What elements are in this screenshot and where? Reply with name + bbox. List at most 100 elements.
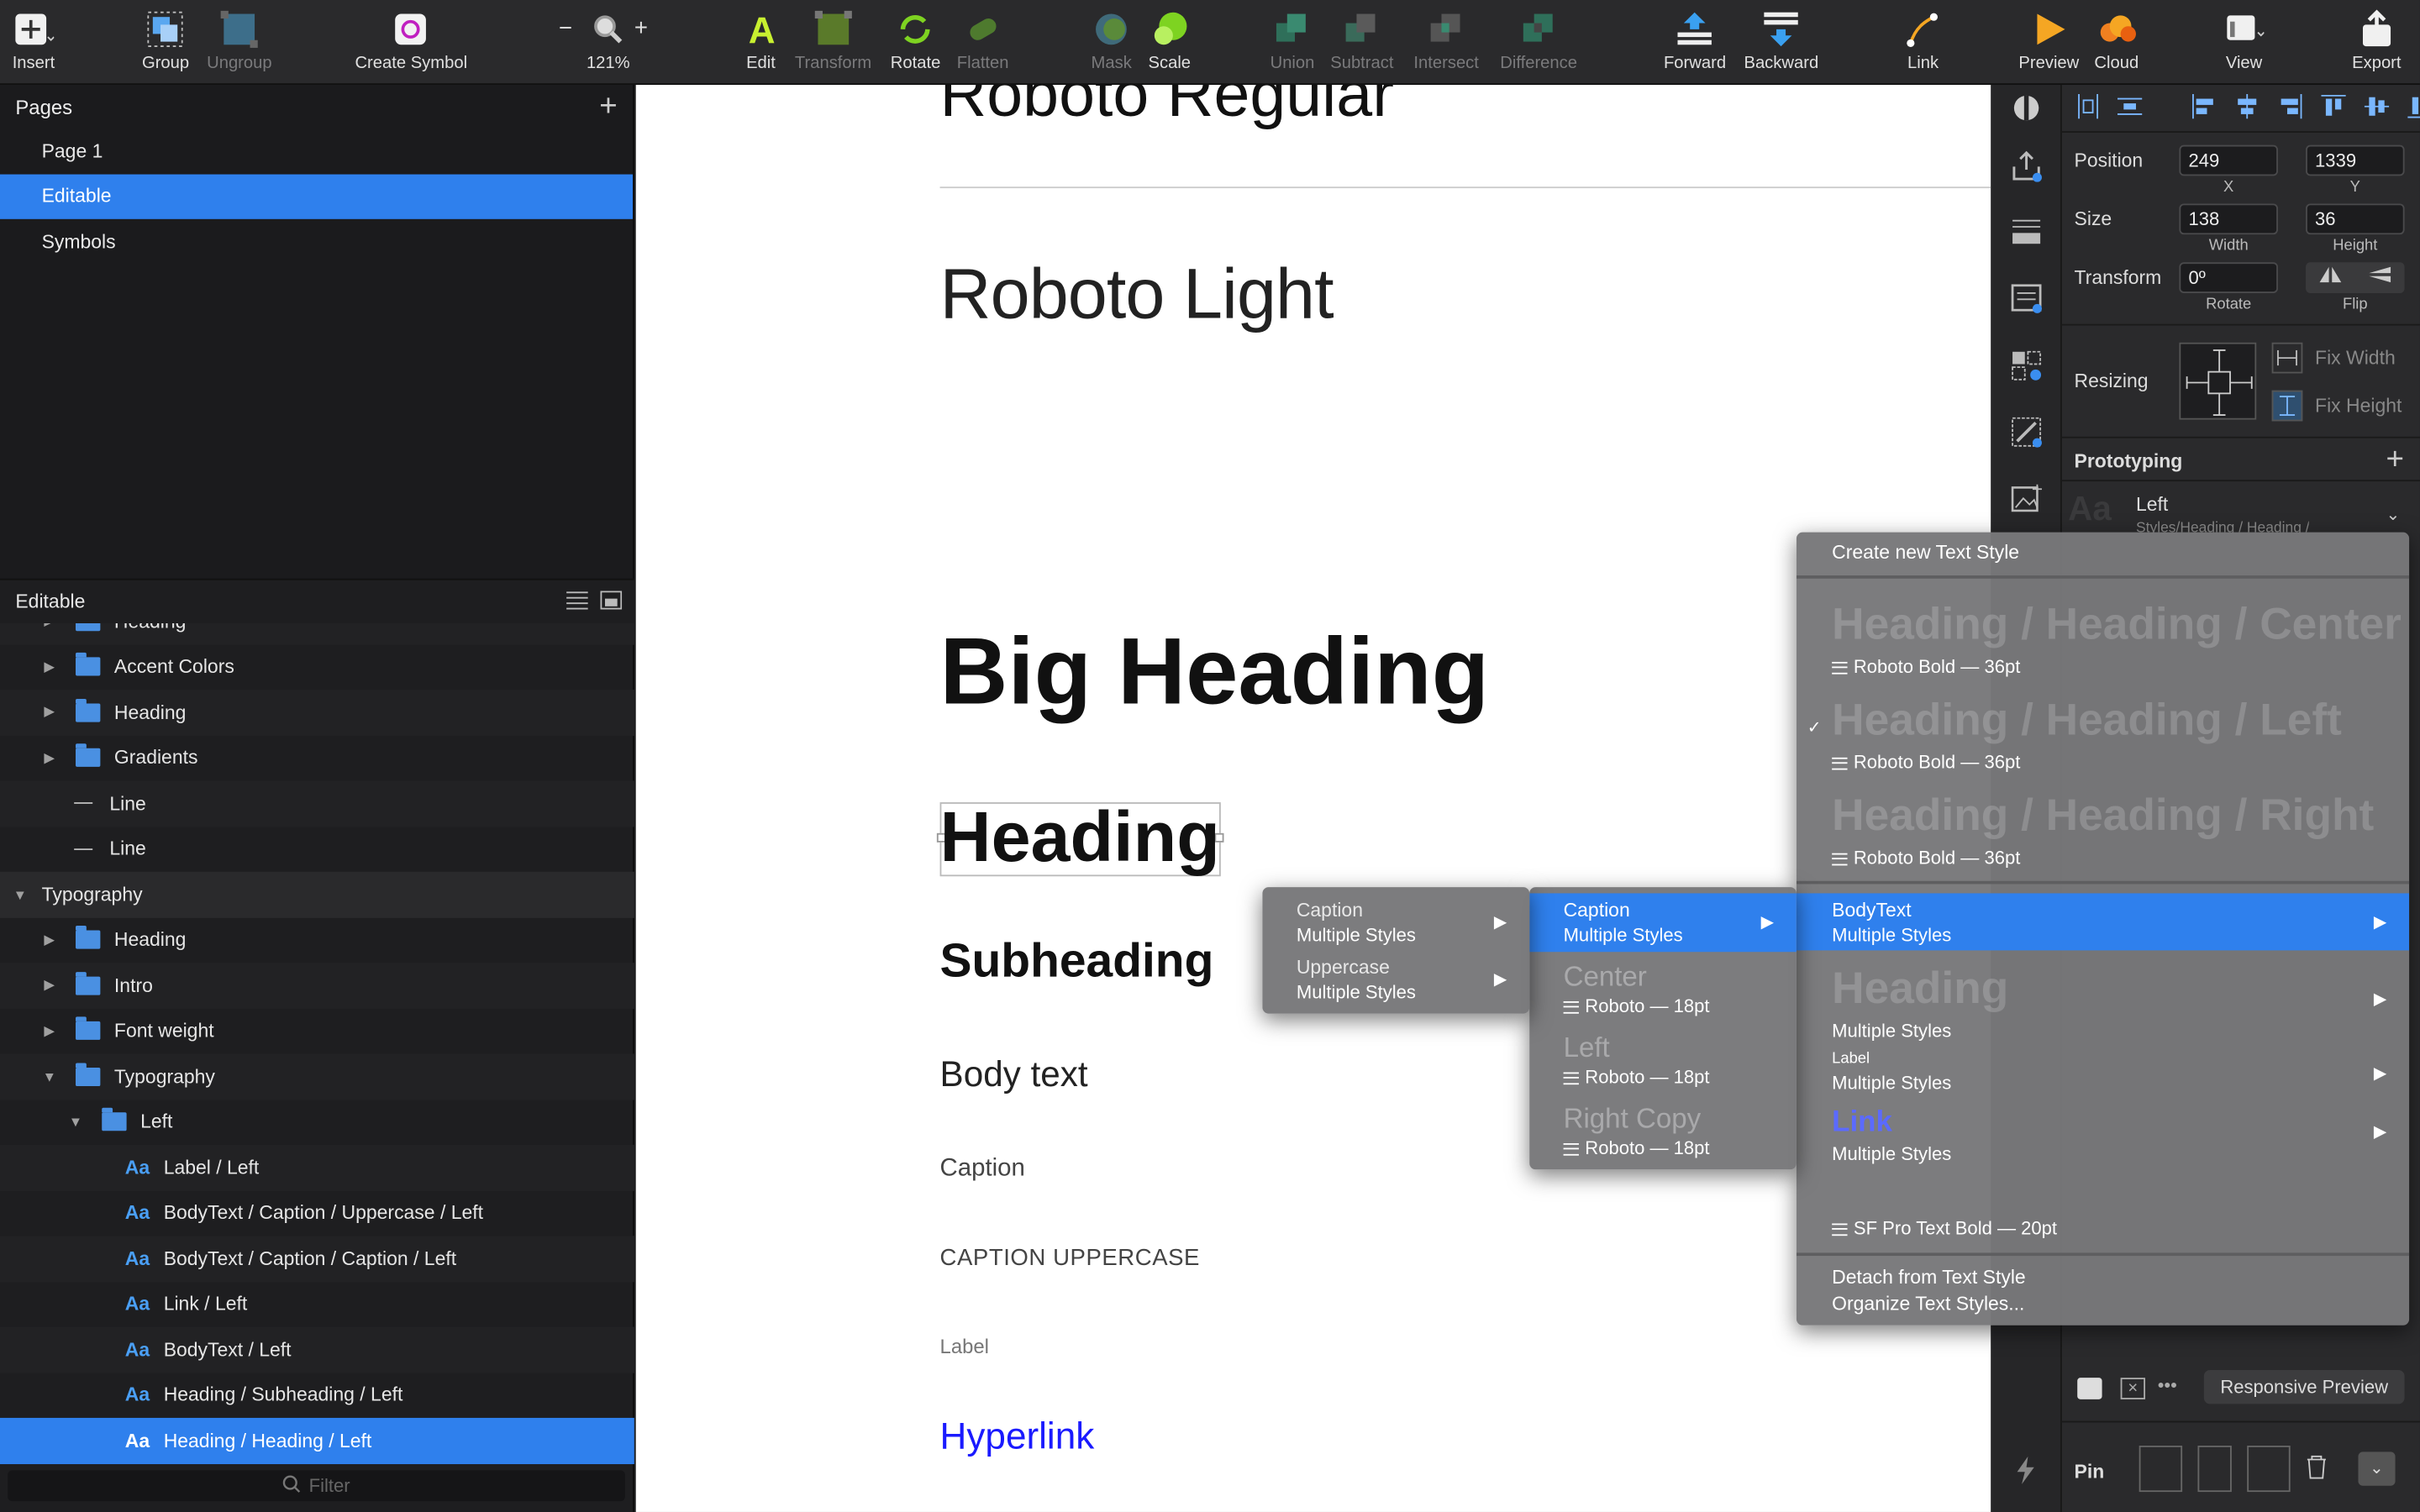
text-style-name[interactable]: Left [2136,494,2168,516]
text-caption[interactable]: Caption [940,1156,1025,1184]
create-symbol-button[interactable]: Create Symbol [355,9,467,80]
canvas[interactable]: Roboto Regular Roboto Light Big Heading … [635,85,1991,1512]
text-subheading[interactable]: Subheading [940,933,1214,989]
disclosure-triangle-icon[interactable]: ▶ [42,932,57,948]
rotate-button[interactable]: Rotate [891,9,940,80]
layer-row[interactable]: Aa BodyText / Left [0,1326,634,1373]
align-top-icon[interactable] [2321,94,2346,127]
edit-button[interactable]: A Edit [741,9,781,80]
trash-icon[interactable] [2306,1455,2328,1488]
text-roboto-light[interactable]: Roboto Light [940,251,1334,334]
pin-vertical-icon[interactable] [2197,1445,2232,1493]
caption-style-right-copy[interactable]: Right Copy Roboto — 18pt [1529,1100,1797,1168]
align-center-icon[interactable] [2235,94,2260,127]
fix-width-icon[interactable] [2271,342,2303,374]
mask-button[interactable]: Mask [1092,9,1132,80]
layer-row[interactable]: ▶ Font weight [0,1008,634,1053]
list-view-icon[interactable] [566,591,588,614]
more-options-button[interactable]: ••• [2158,1374,2177,1396]
detach-text-style-item[interactable]: Detach from Text Style [1797,1263,2409,1291]
style-group-bodytext[interactable]: BodyText Multiple Styles ▶ [1796,893,2410,951]
y-input[interactable]: 1339 [2306,144,2405,176]
layer-row[interactable]: ▶Heading [0,623,634,644]
intersect-button[interactable]: Intersect [1413,9,1479,80]
disclosure-triangle-icon[interactable]: ▶ [42,749,57,766]
image-icon[interactable] [2008,480,2045,517]
disclosure-triangle-icon[interactable]: ▶ [42,704,57,721]
fix-height-label[interactable]: Fix Height [2315,395,2402,417]
text-heading[interactable]: Heading [940,795,1220,878]
page-item-symbols[interactable]: Symbols [0,219,633,265]
flip-vertical-icon[interactable] [2367,264,2391,291]
export-button[interactable]: Export [2352,9,2402,80]
page-item-editable[interactable]: Editable [0,173,634,219]
layer-row[interactable]: Aa Heading / Subheading / Left [0,1373,634,1418]
text-body[interactable]: Body text [940,1053,1088,1095]
layer-row[interactable]: ▼ Left [0,1100,634,1145]
disclosure-triangle-icon[interactable]: ▶ [42,977,57,994]
flatten-button[interactable]: Flatten [957,9,1009,80]
zoom-control[interactable]: 121% [587,9,630,80]
disclosure-triangle-icon[interactable]: ▼ [13,887,28,902]
style-item-heading-right[interactable]: Heading / Heading / Right Roboto Bold — … [1797,773,2409,869]
distribute-horizontal-icon[interactable] [2077,94,2099,127]
layer-row[interactable]: ▶Heading [0,690,634,736]
layer-row-group[interactable]: ▼ Typography [0,871,634,917]
text-label[interactable]: Label [940,1335,989,1358]
caption-style-left[interactable]: Left Roboto — 18pt [1529,1029,1797,1097]
scale-button[interactable]: Scale [1149,9,1191,80]
text-caption-uppercase[interactable]: CAPTION UPPERCASE [940,1245,1200,1271]
upload-icon[interactable] [2008,146,2045,183]
disclosure-triangle-icon[interactable]: ▶ [42,623,57,630]
style-item-heading-center[interactable]: Heading / Heading / Center Roboto Bold —… [1797,581,2409,677]
layer-row[interactable]: Line [0,827,634,872]
zoom-out-button[interactable]: − [559,15,572,86]
layout-icon[interactable] [2008,212,2045,249]
smart-layout-icon[interactable] [2077,1378,2102,1399]
chevron-down-icon[interactable]: ⌄ [2386,505,2401,524]
group-button[interactable]: Group [142,9,189,80]
pin-all-icon[interactable] [2139,1445,2183,1493]
layer-row[interactable]: ▶ Gradients [0,735,634,780]
union-button[interactable]: Union [1270,9,1314,80]
layer-row[interactable]: Aa Link / Left [0,1281,634,1326]
layer-filter-input[interactable]: Filter [8,1470,625,1502]
submenu-item-caption[interactable]: Caption Multiple Styles ▶ [1262,893,1529,952]
create-text-style-item[interactable]: Create new Text Style [1797,533,2409,575]
align-middle-icon[interactable] [2364,94,2390,127]
disclosure-triangle-icon[interactable]: ▼ [68,1115,83,1130]
expand-button[interactable]: ⌄ [2358,1452,2396,1486]
text-roboto-regular[interactable]: Roboto Regular [940,85,1394,131]
fix-height-icon[interactable] [2271,390,2303,422]
layer-row[interactable]: Line [0,780,634,827]
responsive-preview-button[interactable]: Responsive Preview [2203,1369,2405,1404]
lightning-icon[interactable] [2008,1452,2045,1488]
resizing-control[interactable] [2179,342,2257,420]
backward-button[interactable]: Backward [1744,9,1818,80]
rotate-input[interactable]: 0º [2179,262,2278,293]
height-input[interactable]: 36 [2306,203,2405,235]
layer-row[interactable]: ▶ Accent Colors [0,644,634,690]
pin-horizontal-icon[interactable] [2247,1445,2291,1493]
edit-shape-icon[interactable] [2008,413,2045,450]
layer-row[interactable]: Aa Label / Left [0,1144,634,1191]
disclosure-triangle-icon[interactable]: ▶ [42,659,57,675]
subtract-button[interactable]: Subtract [1330,9,1393,80]
fix-width-label[interactable]: Fix Width [2315,347,2396,369]
style-icon[interactable] [2008,90,2045,127]
disclosure-triangle-icon[interactable]: ▶ [42,1022,57,1039]
zoom-in-button[interactable]: + [634,15,648,86]
symbol-override-icon[interactable] [2008,347,2045,384]
distribute-vertical-icon[interactable] [2117,94,2143,127]
layer-row[interactable]: Aa BodyText / Caption / Caption / Left [0,1236,634,1282]
link-button[interactable]: Link [1903,9,1944,80]
style-item-sf-pro[interactable]: SF Pro Text Bold — 20pt [1797,1211,2409,1248]
layer-row-selected[interactable]: Aa Heading / Heading / Left [0,1417,634,1464]
layer-row[interactable]: Aa BodyText / Caption / Uppercase / Left [0,1190,634,1236]
insert-button[interactable]: Insert [13,9,55,80]
width-input[interactable]: 138 [2179,203,2278,235]
flip-horizontal-icon[interactable] [2318,264,2343,291]
submenu-item-caption[interactable]: Caption Multiple Styles ▶ [1529,893,1797,953]
organize-text-styles-item[interactable]: Organize Text Styles... [1797,1291,2409,1319]
layer-row[interactable]: ▼ Typography [0,1053,634,1100]
